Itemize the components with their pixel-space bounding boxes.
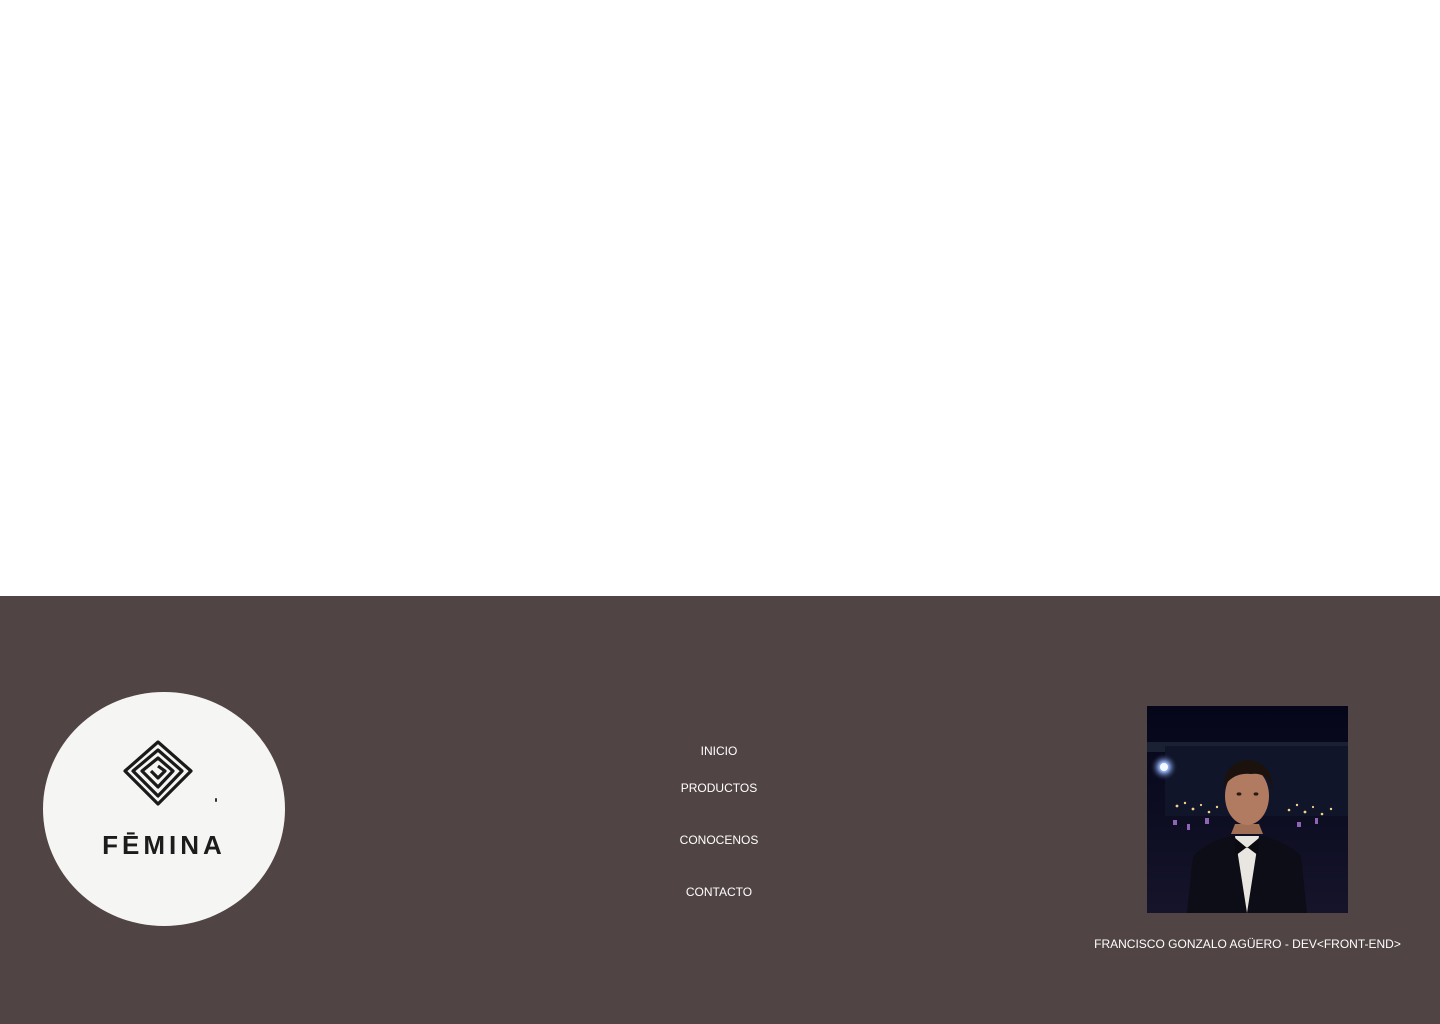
- nav-link-productos[interactable]: PRODUCTOS: [619, 781, 819, 795]
- developer-credit: FRANCISCO GONZALO AGÜERO - DEV<FRONT-END…: [1094, 937, 1401, 951]
- developer-portrait-photo: [1147, 706, 1348, 913]
- page: FĒMINA INICIO PRODUCTOS CONOCENOS CONTAC…: [0, 0, 1440, 1024]
- nav-link-conocenos[interactable]: CONOCENOS: [619, 833, 819, 847]
- portrait-illustration: [1147, 706, 1348, 913]
- nav-link-inicio[interactable]: INICIO: [619, 744, 819, 758]
- main-content-area: [0, 0, 1440, 596]
- nav-link-contacto[interactable]: CONTACTO: [619, 885, 819, 899]
- site-footer: FĒMINA INICIO PRODUCTOS CONOCENOS CONTAC…: [0, 596, 1440, 1024]
